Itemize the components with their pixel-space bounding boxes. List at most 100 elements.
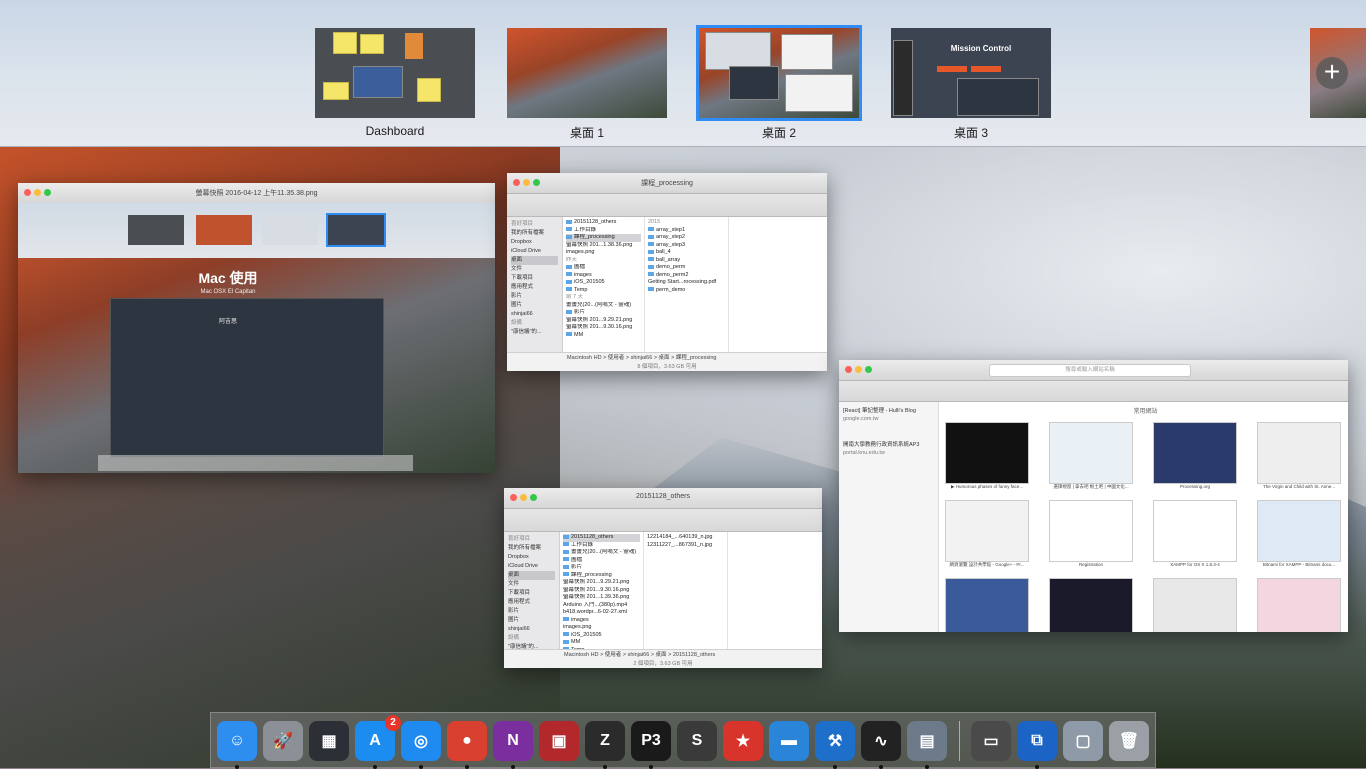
top-site-tile[interactable]: 行政院技術工作：Trello	[1153, 578, 1237, 632]
list-item[interactable]: iCloud Drive	[508, 562, 555, 571]
list-item[interactable]: iOS_201505	[566, 279, 641, 287]
app-store-icon[interactable]: A2	[355, 715, 401, 769]
finder-titlebar[interactable]: 20151128_others	[504, 488, 822, 509]
list-item[interactable]: 影片	[563, 564, 640, 572]
finder-window-processing[interactable]: 課程_processing 喜好項目 我的所有檔案 Dropbox iCloud Dr…	[507, 173, 827, 371]
preview-window[interactable]: 螢幕快照 2016-04-12 上午11.35.38.png Mac 使用 Ma…	[18, 183, 495, 473]
list-item[interactable]: 20151128_others	[566, 219, 641, 227]
finder-window-others[interactable]: 20151128_others 喜好項目 我的所有檔案 Dropbox iCloud …	[504, 488, 822, 668]
list-item[interactable]: 螢幕快照 201...9.30.16.png	[566, 324, 641, 332]
keynote-icon[interactable]: ▬	[769, 721, 809, 761]
list-item[interactable]: 我的所有檔案	[508, 544, 555, 553]
list-item[interactable]: 桌面	[511, 256, 558, 265]
list-item[interactable]: 圖檔	[563, 557, 640, 565]
list-item[interactable]: 12214184_...640139_n.jpg	[647, 534, 724, 542]
list-item[interactable]: 下載項目	[508, 589, 555, 598]
address-bar[interactable]: 搜尋或輸入網站名稱	[989, 364, 1191, 377]
preview-titlebar[interactable]: 螢幕快照 2016-04-12 上午11.35.38.png	[18, 183, 495, 204]
list-item[interactable]: array_step1	[648, 227, 725, 235]
top-site-tile[interactable]: 選擇視窗 | 拿去吧 根土吧 | 中國文化...	[1049, 422, 1133, 490]
chrome-icon[interactable]: ●	[447, 721, 487, 769]
list-item[interactable]: demo_perm	[648, 264, 725, 272]
list-item[interactable]: 螢幕快照 201...1.39.36.png	[563, 594, 640, 602]
trash-icon[interactable]: 🗑	[1109, 721, 1149, 761]
launchpad-icon[interactable]: 🚀	[263, 721, 303, 761]
close-icon[interactable]	[845, 366, 852, 373]
list-item[interactable]: Dropbox	[511, 238, 558, 247]
photo-booth-icon[interactable]: ▣	[539, 721, 579, 761]
top-site-tile[interactable]: Bitnami for XAMPP - Bitnami docu...	[1257, 500, 1341, 567]
list-item[interactable]: perm_demo	[648, 287, 725, 295]
list-item[interactable]: b418.wordpr...6-02-27.xml	[563, 609, 640, 617]
list-item[interactable]: ball_4	[648, 249, 725, 257]
safari-titlebar[interactable]: 搜尋或輸入網站名稱	[839, 360, 1348, 381]
list-item[interactable]: 影片	[508, 607, 555, 616]
onenote-icon[interactable]: N	[493, 721, 533, 769]
list-item[interactable]: ball_array	[648, 257, 725, 265]
space-desktop-1[interactable]: 桌面 1	[507, 28, 667, 141]
bookmark-icon[interactable]: ★	[723, 721, 763, 761]
list-item[interactable]: "康信議"的...	[511, 328, 558, 337]
list-item[interactable]: 圖片	[508, 616, 555, 625]
list-item[interactable]: 課程_processing	[563, 572, 640, 580]
screenshot-folder-icon[interactable]: ▭	[971, 721, 1011, 761]
list-item[interactable]: images.png	[563, 624, 640, 632]
list-item[interactable]: 螢幕快照 201...9.30.16.png	[563, 587, 640, 595]
list-item[interactable]: MM	[563, 639, 640, 647]
top-site-tile[interactable]: 開南大學KAINAN UNIVERSITY	[1049, 578, 1133, 632]
zotero-icon[interactable]: Z	[585, 721, 625, 769]
list-item[interactable]: 影片	[511, 292, 558, 301]
list-item[interactable]: 我的所有檔案	[511, 229, 558, 238]
top-site-tile[interactable]: Registration	[1049, 500, 1133, 567]
list-item[interactable]: 應用程式	[508, 598, 555, 607]
activity-monitor-icon[interactable]: ∿	[861, 721, 901, 769]
top-site-tile[interactable]: 暨南鄉 Facebook - 登入 - 設看組...	[945, 578, 1029, 632]
safari-icon[interactable]: ◎	[401, 721, 441, 769]
list-item[interactable]: 工作目錄	[563, 542, 640, 550]
list-item[interactable]: 文件	[511, 265, 558, 274]
reading-item[interactable]: 開南大學教務行政資訊系統AP3 portal.knu.edu.tw	[843, 440, 934, 456]
list-item[interactable]: iOS_201505	[563, 632, 640, 640]
list-item[interactable]: Dropbox	[508, 553, 555, 562]
zoom-icon[interactable]	[865, 366, 872, 373]
top-site-tile[interactable]: Processing.org	[1153, 422, 1237, 489]
top-site-tile[interactable]: 網頁瀏覽 設計共學館 - Google+ - Pr...	[945, 500, 1029, 568]
list-item[interactable]: 課程_processing	[566, 234, 641, 242]
list-item[interactable]: 工作目錄	[566, 227, 641, 235]
list-item[interactable]: 桌面	[508, 571, 555, 580]
minimize-icon[interactable]	[855, 366, 862, 373]
list-item[interactable]: 畫畫兒(20...(阿嗚文 - 靈魂)	[566, 302, 641, 310]
list-item[interactable]: demo_perm2	[648, 272, 725, 280]
finder-icon[interactable]: ☺	[217, 721, 257, 769]
list-item[interactable]: Temp	[566, 287, 641, 295]
list-item[interactable]: array_step3	[648, 242, 725, 250]
list-item[interactable]: 20151128_others	[563, 534, 640, 542]
mission-control-icon[interactable]: ▦	[309, 721, 349, 761]
list-item[interactable]: images	[566, 272, 641, 280]
list-item[interactable]: 文件	[508, 580, 555, 589]
list-item[interactable]: array_step2	[648, 234, 725, 242]
safari-window[interactable]: 搜尋或輸入網站名稱 [React] 筆記整理 - Hulli's Blog goo…	[839, 360, 1348, 632]
list-item[interactable]: Getting Start...rocessing.pdf	[648, 279, 725, 287]
sublime-text-icon[interactable]: S	[677, 721, 717, 761]
space-desktop-3[interactable]: Mission Control 桌面 3	[891, 28, 1051, 141]
list-item[interactable]: 12311227_...867391_n.jpg	[647, 542, 724, 550]
space-thumbnail[interactable]	[507, 28, 667, 118]
list-item[interactable]: images.png	[566, 249, 641, 257]
list-item[interactable]: 應用程式	[511, 283, 558, 292]
top-site-tile[interactable]: XAMPP for OS X 1.8.3-4	[1153, 500, 1237, 567]
list-item[interactable]: 圖檔	[566, 264, 641, 272]
reading-item[interactable]: [React] 筆記整理 - Hulli's Blog google.com.tw	[843, 406, 934, 422]
window-stack-icon[interactable]: ▢	[1063, 721, 1103, 761]
list-item[interactable]: 圖片	[511, 301, 558, 310]
space-thumbnail[interactable]	[696, 25, 862, 121]
list-item[interactable]: 畫畫兒(20...(阿嗚文 - 靈魂)	[563, 549, 640, 557]
processing-icon[interactable]: P3	[631, 721, 671, 769]
list-item[interactable]: iCloud Drive	[511, 247, 558, 256]
archive-icon[interactable]: ⧉	[1017, 721, 1057, 769]
list-item[interactable]: 下載項目	[511, 274, 558, 283]
space-thumbnail[interactable]	[315, 28, 475, 118]
space-dashboard[interactable]: Dashboard	[315, 28, 475, 138]
top-site-tile[interactable]: The Virgin and Child with St. Anne...	[1257, 422, 1341, 489]
add-space-button[interactable]: +	[1316, 57, 1348, 89]
